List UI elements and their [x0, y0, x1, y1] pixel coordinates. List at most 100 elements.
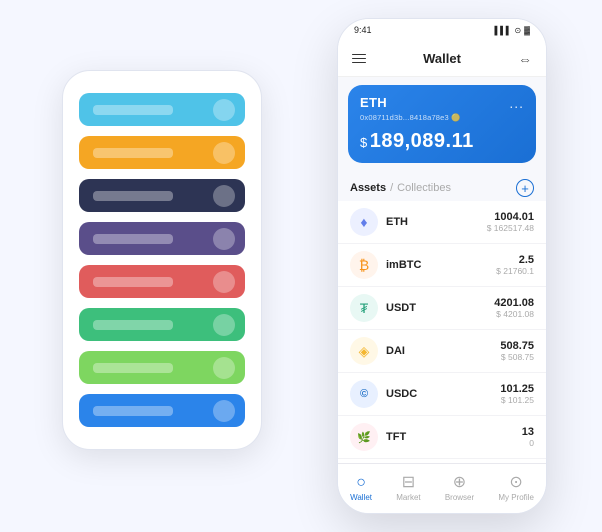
profile-nav-label: My Profile — [498, 493, 534, 502]
wifi-icon: ⊙ — [514, 26, 521, 35]
browser-nav-icon: ⊕ — [453, 475, 466, 491]
asset-item-eth[interactable]: ♦ ETH 1004.01 $ 162517.48 — [338, 201, 546, 244]
asset-item-dai[interactable]: ◈ DAI 508.75 $ 508.75 — [338, 330, 546, 373]
assets-tabs-bar: Assets / Collectibes + — [338, 171, 546, 201]
bottom-nav-bar: ○ Wallet ⊟ Market ⊕ Browser ⊙ My Profile — [338, 463, 546, 513]
phone-nav-bar: Wallet ⇔ — [338, 41, 546, 77]
wallet-nav-icon: ○ — [356, 475, 366, 491]
bottom-nav-market[interactable]: ⊟ Market — [396, 475, 420, 502]
bg-card-5 — [79, 265, 245, 298]
usdt-amount: 4201.08 — [494, 297, 534, 309]
bg-card-icon-6 — [213, 314, 235, 336]
tft-name: TFT — [386, 431, 522, 443]
background-phone — [62, 70, 262, 450]
add-asset-button[interactable]: + — [516, 179, 534, 197]
eth-card-balance: $189,089.11 — [360, 130, 524, 153]
eth-card[interactable]: ETH ... 0x08711d3b...8418a78e3 🟡 $189,08… — [348, 85, 536, 163]
eth-usd: $ 162517.48 — [487, 223, 534, 233]
usdc-amounts: 101.25 $ 101.25 — [500, 383, 534, 405]
profile-nav-icon: ⊙ — [509, 475, 522, 491]
bg-card-label-8 — [93, 406, 173, 416]
bg-card-label-5 — [93, 277, 173, 287]
asset-item-imbtc[interactable]: ₿ imBTC 2.5 $ 21760.1 — [338, 244, 546, 287]
eth-name: ETH — [386, 216, 487, 228]
usdt-usd: $ 4201.08 — [494, 309, 534, 319]
bg-card-label-6 — [93, 320, 173, 330]
status-time: 9:41 — [354, 25, 372, 35]
tft-usd: 0 — [522, 438, 534, 448]
eth-amounts: 1004.01 $ 162517.48 — [487, 211, 534, 233]
tft-amount: 13 — [522, 426, 534, 438]
phone-content: ETH ... 0x08711d3b...8418a78e3 🟡 $189,08… — [338, 77, 546, 463]
eth-card-menu-dots[interactable]: ... — [509, 95, 524, 111]
eth-card-address: 0x08711d3b...8418a78e3 🟡 — [360, 113, 524, 122]
hamburger-menu-button[interactable] — [352, 54, 366, 64]
bg-card-icon-1 — [213, 99, 235, 121]
bottom-nav-browser[interactable]: ⊕ Browser — [445, 475, 474, 502]
bg-card-4 — [79, 222, 245, 255]
bg-card-7 — [79, 351, 245, 384]
bg-card-label-7 — [93, 363, 173, 373]
bg-card-label-3 — [93, 191, 173, 201]
market-nav-label: Market — [396, 493, 420, 502]
signal-icon: ▌▌▌ — [494, 26, 511, 35]
status-icons: ▌▌▌ ⊙ ▓ — [494, 26, 530, 35]
eth-card-header: ETH ... — [360, 95, 524, 111]
bg-card-label-1 — [93, 105, 173, 115]
browser-nav-label: Browser — [445, 493, 474, 502]
imbtc-amounts: 2.5 $ 21760.1 — [496, 254, 534, 276]
hamburger-line-3 — [352, 62, 366, 64]
usdt-amounts: 4201.08 $ 4201.08 — [494, 297, 534, 319]
bottom-nav-wallet[interactable]: ○ Wallet — [350, 475, 372, 502]
tft-amounts: 13 0 — [522, 426, 534, 448]
expand-button[interactable]: ⇔ — [518, 51, 532, 67]
usdc-usd: $ 101.25 — [500, 395, 534, 405]
imbtc-amount: 2.5 — [496, 254, 534, 266]
usdt-name: USDT — [386, 302, 494, 314]
eth-balance-amount: 189,089.11 — [370, 130, 474, 152]
imbtc-usd: $ 21760.1 — [496, 266, 534, 276]
bg-card-label-2 — [93, 148, 173, 158]
usdt-icon: ₮ — [350, 294, 378, 322]
bottom-nav-profile[interactable]: ⊙ My Profile — [498, 475, 534, 502]
eth-card-title: ETH — [360, 95, 387, 110]
usdc-amount: 101.25 — [500, 383, 534, 395]
asset-item-usdc[interactable]: © USDC 101.25 $ 101.25 — [338, 373, 546, 416]
bg-card-1 — [79, 93, 245, 126]
wallet-nav-label: Wallet — [350, 493, 372, 502]
bg-card-2 — [79, 136, 245, 169]
usdc-icon: © — [350, 380, 378, 408]
bg-card-icon-2 — [213, 142, 235, 164]
hamburger-line-2 — [352, 58, 366, 60]
bg-card-icon-4 — [213, 228, 235, 250]
bg-card-icon-5 — [213, 271, 235, 293]
eth-amount: 1004.01 — [487, 211, 534, 223]
dai-name: DAI — [386, 345, 500, 357]
bg-card-icon-8 — [213, 400, 235, 422]
asset-list: ♦ ETH 1004.01 $ 162517.48 ₿ imBTC 2.5 $ … — [338, 201, 546, 463]
imbtc-icon: ₿ — [350, 251, 378, 279]
tab-collectibles[interactable]: Collectibes — [397, 182, 451, 194]
dai-usd: $ 508.75 — [500, 352, 534, 362]
bg-card-icon-7 — [213, 357, 235, 379]
bg-card-8 — [79, 394, 245, 427]
foreground-phone: 9:41 ▌▌▌ ⊙ ▓ Wallet ⇔ ETH ... 0x08711d3b… — [337, 18, 547, 514]
assets-tabs-left: Assets / Collectibes — [350, 182, 451, 194]
asset-item-usdt[interactable]: ₮ USDT 4201.08 $ 4201.08 — [338, 287, 546, 330]
bg-card-6 — [79, 308, 245, 341]
tab-assets[interactable]: Assets — [350, 182, 386, 194]
nav-title: Wallet — [423, 51, 461, 66]
hamburger-line-1 — [352, 54, 366, 56]
eth-balance-dollar-sign: $ — [360, 135, 368, 150]
usdc-name: USDC — [386, 388, 500, 400]
dai-amounts: 508.75 $ 508.75 — [500, 340, 534, 362]
tft-icon: 🌿 — [350, 423, 378, 451]
bg-card-label-4 — [93, 234, 173, 244]
imbtc-name: imBTC — [386, 259, 496, 271]
asset-item-tft[interactable]: 🌿 TFT 13 0 — [338, 416, 546, 459]
dai-icon: ◈ — [350, 337, 378, 365]
bg-card-icon-3 — [213, 185, 235, 207]
market-nav-icon: ⊟ — [402, 475, 415, 491]
status-bar: 9:41 ▌▌▌ ⊙ ▓ — [338, 19, 546, 41]
battery-icon: ▓ — [524, 26, 530, 35]
